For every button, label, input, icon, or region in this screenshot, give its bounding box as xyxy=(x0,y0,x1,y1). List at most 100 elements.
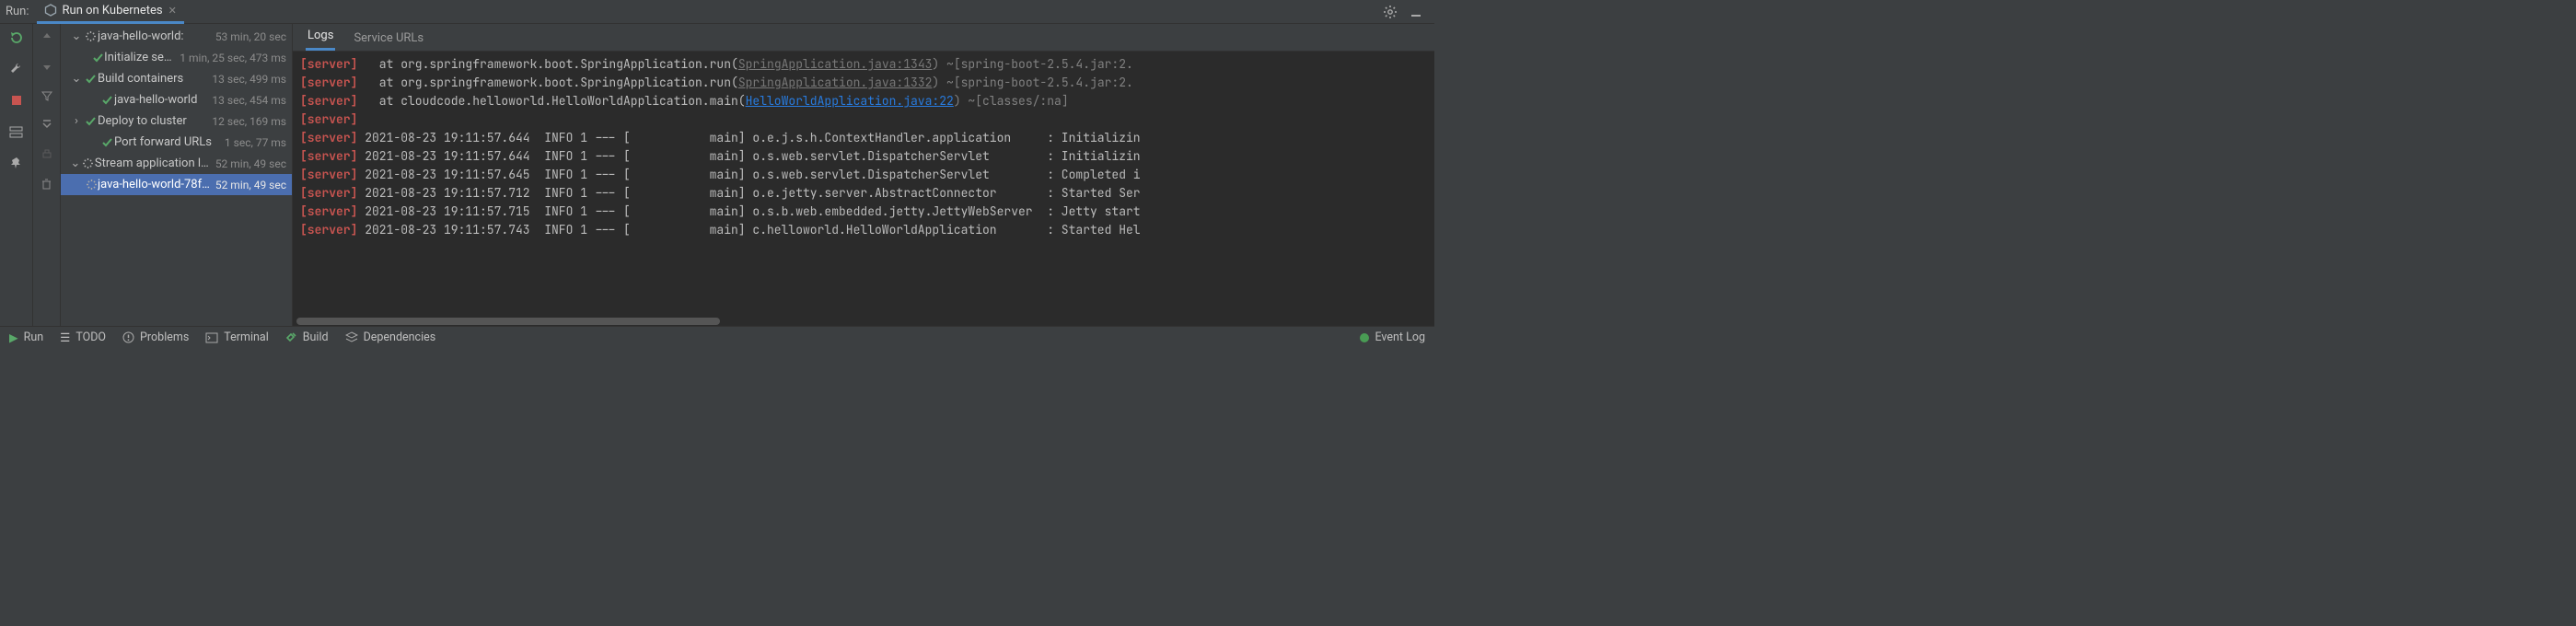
run-label: Run: xyxy=(6,5,37,18)
checkmark-icon xyxy=(83,73,98,85)
checkmark-icon xyxy=(83,115,98,127)
up-arrow-icon[interactable] xyxy=(38,28,56,46)
log-console[interactable]: [server] at org.springframework.boot.Spr… xyxy=(293,52,1434,317)
minimize-icon[interactable] xyxy=(1403,5,1429,19)
status-todo[interactable]: ☰ TODO xyxy=(60,330,106,345)
tree-node-time: 13 sec, 454 ms xyxy=(206,94,286,107)
log-tag: [server] xyxy=(300,75,357,90)
spinner-icon xyxy=(81,157,95,169)
rerun-button[interactable] xyxy=(6,28,27,48)
source-link[interactable]: SpringApplication.java:1332 xyxy=(738,75,933,90)
close-icon[interactable]: ✕ xyxy=(168,5,177,17)
pin-icon[interactable] xyxy=(6,153,27,173)
down-arrow-icon[interactable] xyxy=(38,57,56,75)
tree-node-label: Port forward URLs xyxy=(114,135,212,149)
status-build-label: Build xyxy=(303,330,329,344)
tree-row[interactable]: ⌄Build containers13 sec, 499 ms xyxy=(61,68,292,89)
source-link[interactable]: SpringApplication.java:1343 xyxy=(738,56,933,72)
run-toolwindow-header: Run: Run on Kubernetes ✕ xyxy=(0,0,1434,24)
status-event-log-label: Event Log xyxy=(1375,330,1425,344)
log-line: [server] xyxy=(300,110,1427,129)
terminal-icon xyxy=(205,332,218,343)
tree-node-time: 52 min, 49 sec xyxy=(210,157,286,170)
tab-logs[interactable]: Logs xyxy=(306,23,335,51)
status-bar: ▶ Run ☰ TODO Problems Terminal Build Dep… xyxy=(0,326,1434,348)
expand-arrow-icon[interactable]: ⌄ xyxy=(69,156,81,170)
test-actions-toolbar xyxy=(33,24,61,326)
log-tag: [server] xyxy=(300,185,357,201)
status-build[interactable]: Build xyxy=(285,330,329,344)
status-event-log[interactable]: Event Log xyxy=(1360,330,1425,344)
log-text: 2021-08-23 19:11:57.644 INFO 1 --- [ mai… xyxy=(357,130,1140,145)
status-problems-label: Problems xyxy=(140,330,189,344)
tree-row[interactable]: › Deploy to cluster 12 sec, 169 ms xyxy=(61,110,292,132)
expand-arrow-icon[interactable]: › xyxy=(70,114,83,128)
log-tag: [server] xyxy=(300,148,357,164)
print-icon xyxy=(38,145,56,164)
trash-icon[interactable] xyxy=(38,175,56,193)
log-line: [server] 2021-08-23 19:11:57.712 INFO 1 … xyxy=(300,184,1427,203)
play-icon: ▶ xyxy=(9,330,18,345)
wrench-icon[interactable] xyxy=(6,59,27,79)
log-line: [server] at cloudcode.helloworld.HelloWo… xyxy=(300,92,1427,110)
log-text: at org.springframework.boot.SpringApplic… xyxy=(357,75,737,90)
log-text-tail: ) ~[spring-boot-2.5.4.jar:2. xyxy=(932,56,1132,72)
tree-node-time: 1 min, 25 sec, 473 ms xyxy=(174,52,286,64)
stack-icon xyxy=(345,331,358,343)
run-config-tab[interactable]: Run on Kubernetes ✕ xyxy=(37,0,184,24)
checkmark-icon xyxy=(99,136,114,148)
log-tag: [server] xyxy=(300,56,357,72)
log-line: [server] 2021-08-23 19:11:57.644 INFO 1 … xyxy=(300,129,1427,147)
kubernetes-icon xyxy=(44,4,57,17)
tree-node-label: java-hello-world-78f85d9569-4575r xyxy=(98,178,210,191)
tree-node-time: 52 min, 49 sec xyxy=(210,179,286,191)
log-tag: [server] xyxy=(300,167,357,182)
checkmark-icon xyxy=(99,94,114,106)
log-line: [server] at org.springframework.boot.Spr… xyxy=(300,74,1427,92)
tree-node-time: 1 sec, 77 ms xyxy=(219,136,286,149)
status-run[interactable]: ▶ Run xyxy=(9,330,43,345)
tree-node-label: Build containers xyxy=(98,72,183,86)
expand-arrow-icon[interactable]: ⌄ xyxy=(70,72,83,86)
expand-icon[interactable] xyxy=(38,116,56,134)
tree-node-time: 53 min, 20 sec xyxy=(210,30,286,43)
log-tabs: Logs Service URLs xyxy=(293,24,1434,52)
log-tag: [server] xyxy=(300,222,357,238)
problems-icon xyxy=(122,331,134,343)
status-dependencies-label: Dependencies xyxy=(364,330,436,344)
tree-node-time: 12 sec, 169 ms xyxy=(206,115,286,128)
tree-node-label: Deploy to cluster xyxy=(98,114,187,128)
stop-button[interactable] xyxy=(6,90,27,110)
tree-row[interactable]: Initialize session1 min, 25 sec, 473 ms xyxy=(61,47,292,68)
tree-row[interactable]: Port forward URLs 1 sec, 77 ms xyxy=(61,132,292,153)
tree-row[interactable]: ⌄Stream application logs52 min, 49 sec xyxy=(61,153,292,174)
source-link[interactable]: HelloWorldApplication.java:22 xyxy=(746,93,954,109)
log-line: [server] 2021-08-23 19:11:57.715 INFO 1 … xyxy=(300,203,1427,221)
tree-row[interactable]: java-hello-world-78f85d9569-4575r52 min,… xyxy=(61,174,292,195)
status-run-label: Run xyxy=(24,330,44,344)
log-line: [server] 2021-08-23 19:11:57.644 INFO 1 … xyxy=(300,147,1427,166)
gear-icon[interactable] xyxy=(1377,5,1403,19)
tree-row[interactable]: ⌄java-hello-world:53 min, 20 sec xyxy=(61,26,292,47)
log-line: [server] 2021-08-23 19:11:57.645 INFO 1 … xyxy=(300,166,1427,184)
log-tag: [server] xyxy=(300,130,357,145)
log-tag: [server] xyxy=(300,111,357,127)
status-terminal[interactable]: Terminal xyxy=(205,330,268,344)
status-dependencies[interactable]: Dependencies xyxy=(345,330,436,344)
tab-service-urls[interactable]: Service URLs xyxy=(352,26,425,51)
log-text: 2021-08-23 19:11:57.743 INFO 1 --- [ mai… xyxy=(357,222,1140,238)
hammer-icon xyxy=(285,331,297,343)
log-text: 2021-08-23 19:11:57.645 INFO 1 --- [ mai… xyxy=(357,167,1140,182)
log-text: 2021-08-23 19:11:57.712 INFO 1 --- [ mai… xyxy=(357,185,1140,201)
expand-arrow-icon[interactable]: ⌄ xyxy=(70,29,83,43)
horizontal-scrollbar[interactable] xyxy=(293,317,1434,326)
tree-node-label: Initialize session xyxy=(104,51,174,64)
tree-row[interactable]: java-hello-world13 sec, 454 ms xyxy=(61,89,292,110)
run-actions-toolbar xyxy=(0,24,33,326)
checkmark-icon xyxy=(92,52,104,64)
status-problems[interactable]: Problems xyxy=(122,330,189,344)
layout-icon[interactable] xyxy=(6,122,27,142)
filter-icon[interactable] xyxy=(38,87,56,105)
log-tag: [server] xyxy=(300,93,357,109)
run-task-tree[interactable]: ⌄java-hello-world:53 min, 20 secInitiali… xyxy=(61,24,293,326)
